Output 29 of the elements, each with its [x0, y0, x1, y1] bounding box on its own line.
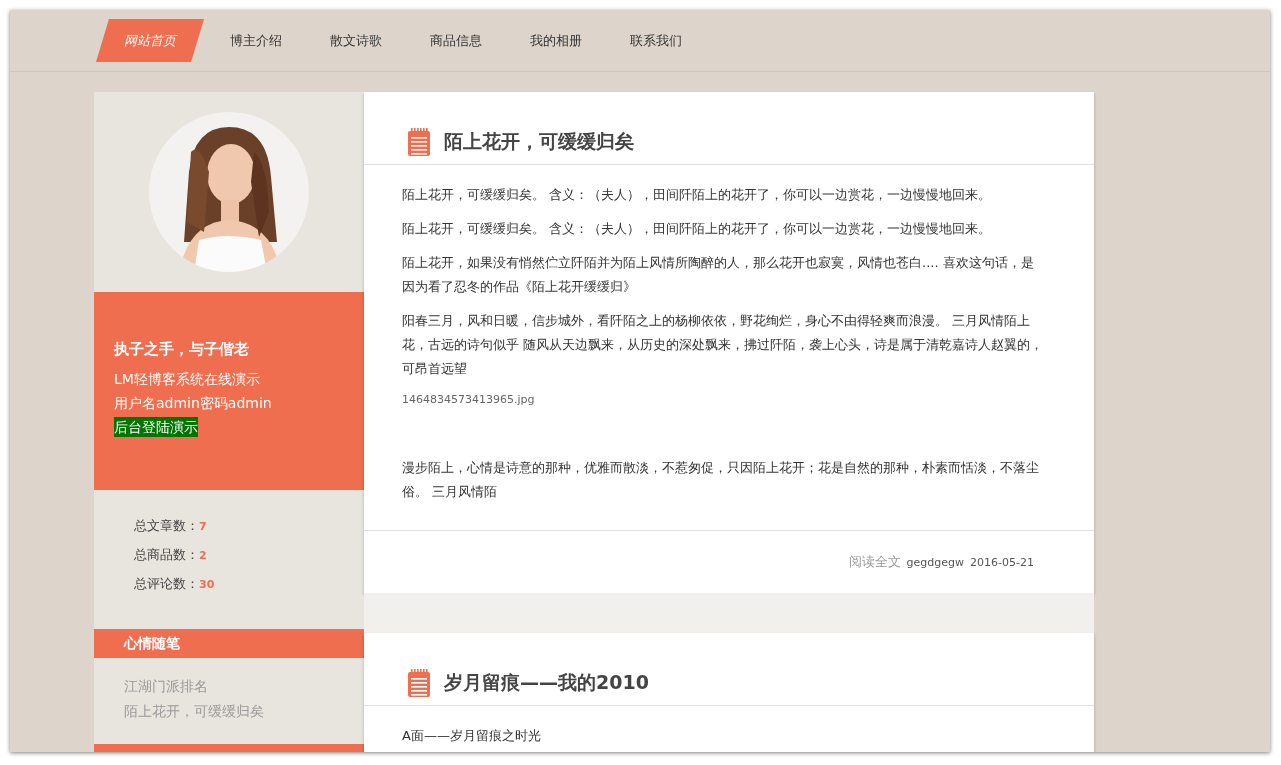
nav-tab[interactable]: 散文诗歌	[308, 19, 404, 62]
nav-tab[interactable]: 博主介绍	[208, 19, 304, 62]
post-paragraph: 陌上花开，可缓缓归矣。 含义：（夫人），田间阡陌上的花开了，你可以一边赏花，一边慢慢地回来。	[402, 186, 993, 204]
post-date: 2016-05-21	[970, 555, 1034, 569]
stat-value: 2	[199, 549, 207, 562]
post-paragraph: 陌上花开，如果没有悄然伫立阡陌并为陌上风情所陶醉的人，那么花开也寂寞，风情也苍白.... 喜欢这句话，是因为看了忍冬的作品《陌上花开缓缓归》	[402, 254, 1035, 296]
post-paragraph: 阳春三月，风和日暖，信步城外，看阡陌之上的杨柳依依，野花绚烂，身心不由得轻爽而浪漫。 三月风情陌上花，古远的诗句似乎 随风从天边飘来，从历史的深处飘来，拂过阡陌，袭上心头，诗是属于清乾嘉诗人赵翼的，可昂首远望	[402, 312, 1044, 378]
notepad-icon	[408, 669, 430, 697]
admin-link[interactable]: 后台登陆演示	[114, 417, 198, 437]
section-title: 心情随笔	[124, 635, 180, 651]
stat-label: 总文章数：	[134, 518, 199, 533]
notepad-icon	[408, 128, 430, 156]
nav-tab[interactable]: 商品信息	[408, 19, 504, 62]
profile-text: LM轻博客系统在线演示	[114, 370, 261, 389]
motto-text: 执子之手，与子偕老	[114, 340, 250, 359]
post-paragraph: A面——岁月留痕之时光	[402, 727, 542, 745]
post-paragraph: 漫步陌上，心情是诗意的那种，优雅而散淡，不惹匆促，只因陌上花开；花是自然的那种，朴素而恬淡，不落尘俗。 三月风情陌	[402, 459, 1040, 501]
stat-value: 7	[199, 520, 207, 533]
post-title[interactable]: 岁月留痕——我的2010	[444, 670, 649, 696]
stat-label: 总商品数：	[134, 547, 199, 562]
nav-tab[interactable]: 我的相册	[508, 19, 604, 62]
profile-text: 用户名admin密码admin	[114, 394, 273, 413]
post-paragraph: 陌上花开，可缓缓归矣。 含义：（夫人），田间阡陌上的花开了，你可以一边赏花，一边慢慢地回来。	[402, 220, 993, 238]
post-author: gegdgegw	[906, 555, 965, 569]
stat-value: 30	[199, 578, 215, 591]
image-filename: 1464834573413965.jpg	[402, 393, 536, 406]
stat-label: 总评论数：	[134, 576, 199, 591]
nav-tab[interactable]: 联系我们	[608, 19, 704, 62]
post-title[interactable]: 陌上花开，可缓缓归矣	[444, 129, 634, 155]
